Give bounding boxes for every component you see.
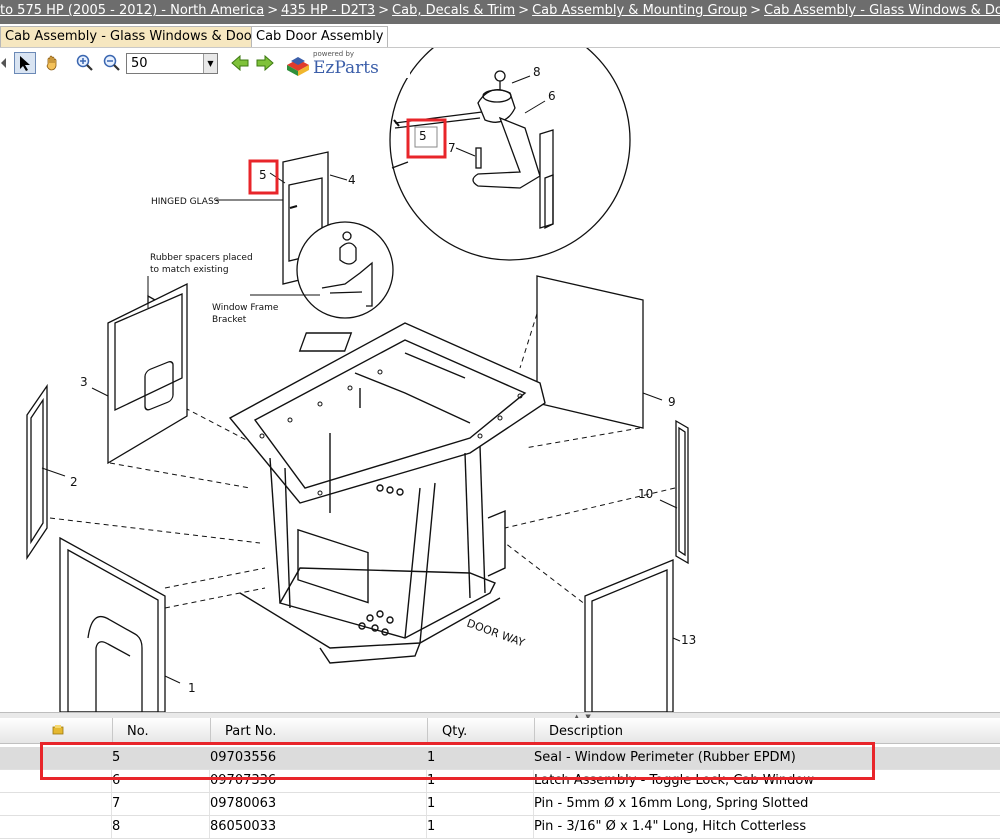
- panel-3-left-window: [107, 282, 188, 465]
- cell-description: Pin - 5mm Ø x 16mm Long, Spring Slotted: [534, 796, 809, 811]
- breadcrumb-link-glass-windows-door[interactable]: Cab Assembly - Glass Windows & Door: [764, 3, 1000, 18]
- column-header-part-no[interactable]: Part No.: [210, 718, 427, 743]
- column-header-cart[interactable]: [0, 718, 112, 743]
- breadcrumb-separator: >: [267, 3, 279, 18]
- cab-frame: [228, 322, 546, 664]
- cell-part-no: 09780063: [210, 796, 277, 811]
- cell-qty: 1: [427, 796, 436, 811]
- previous-button[interactable]: [229, 52, 251, 74]
- breadcrumb: to 575 HP (2005 - 2012) - North America >…: [0, 0, 1000, 24]
- arrow-left-icon: [231, 55, 249, 71]
- breadcrumb-separator: >: [378, 3, 390, 18]
- label-rubber-spacers-line1: Rubber spacers placed: [150, 253, 253, 263]
- highlight-selected-row: [40, 742, 875, 780]
- ezparts-logo: powered by EzParts: [285, 50, 385, 78]
- arrow-right-icon: [256, 55, 274, 71]
- tab-cab-assembly-glass-windows-door[interactable]: Cab Assembly - Glass Windows & Door: [0, 26, 263, 47]
- column-header-qty[interactable]: Qty.: [427, 718, 534, 743]
- label-door-way: DOOR WAY: [465, 617, 527, 650]
- cell-no: 7: [112, 796, 121, 811]
- pan-hand-button[interactable]: [41, 52, 63, 74]
- callout-3[interactable]: 3: [80, 375, 88, 389]
- panel-13-door-glass: [584, 559, 674, 712]
- viewer-toolbar: 50 ▼ powered by EzParts: [0, 48, 410, 78]
- panel-1-lower-left: [59, 536, 166, 712]
- breadcrumb-separator: >: [750, 3, 762, 18]
- zoom-out-button[interactable]: [101, 52, 123, 74]
- callout-5[interactable]: 5: [259, 168, 267, 182]
- callout-13[interactable]: 13: [681, 633, 696, 647]
- bracket-detail-circle: [296, 221, 394, 319]
- label-window-frame-line2: Bracket: [212, 315, 247, 325]
- table-row[interactable]: 7 09780063 1 Pin - 5mm Ø x 16mm Long, Sp…: [0, 793, 1000, 816]
- zoom-level-value: 50: [131, 56, 148, 71]
- callout-7[interactable]: 7: [448, 141, 456, 155]
- callout-6[interactable]: 6: [548, 89, 556, 103]
- column-header-description[interactable]: Description: [534, 718, 1000, 743]
- latch-detail-circle: [389, 48, 631, 261]
- callout-1[interactable]: 1: [188, 681, 196, 695]
- label-window-frame-line1: Window Frame: [212, 303, 279, 313]
- ezparts-logo-icon: [287, 57, 309, 76]
- callout-5-zoom[interactable]: 5: [419, 129, 427, 143]
- callout-8[interactable]: 8: [533, 65, 541, 79]
- toolbar-scroll-left-icon[interactable]: [0, 52, 8, 74]
- select-pointer-button[interactable]: [14, 52, 36, 74]
- callout-9[interactable]: 9: [668, 395, 676, 409]
- breadcrumb-link-cab-mounting-group[interactable]: Cab Assembly & Mounting Group: [532, 3, 747, 18]
- label-rubber-spacers-line2: to match existing: [150, 265, 229, 275]
- callout-2[interactable]: 2: [70, 475, 78, 489]
- panel-10-right-glass: [675, 419, 689, 565]
- hand-icon: [46, 55, 57, 71]
- tab-cab-door-assembly[interactable]: Cab Door Assembly: [251, 26, 389, 47]
- zoom-out-icon: [103, 54, 120, 71]
- callout-10[interactable]: 10: [638, 487, 653, 501]
- callout-4[interactable]: 4: [348, 173, 356, 187]
- breadcrumb-link-model[interactable]: to 575 HP (2005 - 2012) - North America: [0, 3, 264, 18]
- parts-diagram[interactable]: 5 4 3 2 1 9 10 13 8 6 7 5 HINGED GLASS R…: [0, 48, 1000, 712]
- breadcrumb-link-cab-decals-trim[interactable]: Cab, Decals & Trim: [392, 3, 515, 18]
- breadcrumb-separator: >: [518, 3, 530, 18]
- cart-icon: [52, 725, 64, 735]
- logo-powered-by: powered by: [313, 50, 355, 58]
- column-header-no[interactable]: No.: [112, 718, 210, 743]
- panel-2-left-glass: [26, 383, 48, 561]
- next-button[interactable]: [254, 52, 276, 74]
- tab-bar: Cab Assembly - Glass Windows & Door Cab …: [0, 24, 1000, 48]
- zoom-level-select[interactable]: 50 ▼: [126, 53, 218, 74]
- chevron-down-icon[interactable]: ▼: [203, 54, 217, 73]
- panel-9-right-glass: [536, 275, 644, 429]
- breadcrumb-link-engine[interactable]: 435 HP - D2T3: [281, 3, 375, 18]
- zoom-in-icon: [76, 54, 93, 71]
- parts-table-header: No. Part No. Qty. Description: [0, 718, 1000, 744]
- zoom-in-button[interactable]: [74, 52, 96, 74]
- arrow-pointer-icon: [20, 56, 30, 71]
- table-row[interactable]: 8 86050033 1 Pin - 3/16" Ø x 1.4" Long, …: [0, 816, 1000, 839]
- label-hinged-glass: HINGED GLASS: [151, 197, 220, 207]
- logo-name: EzParts: [313, 58, 379, 78]
